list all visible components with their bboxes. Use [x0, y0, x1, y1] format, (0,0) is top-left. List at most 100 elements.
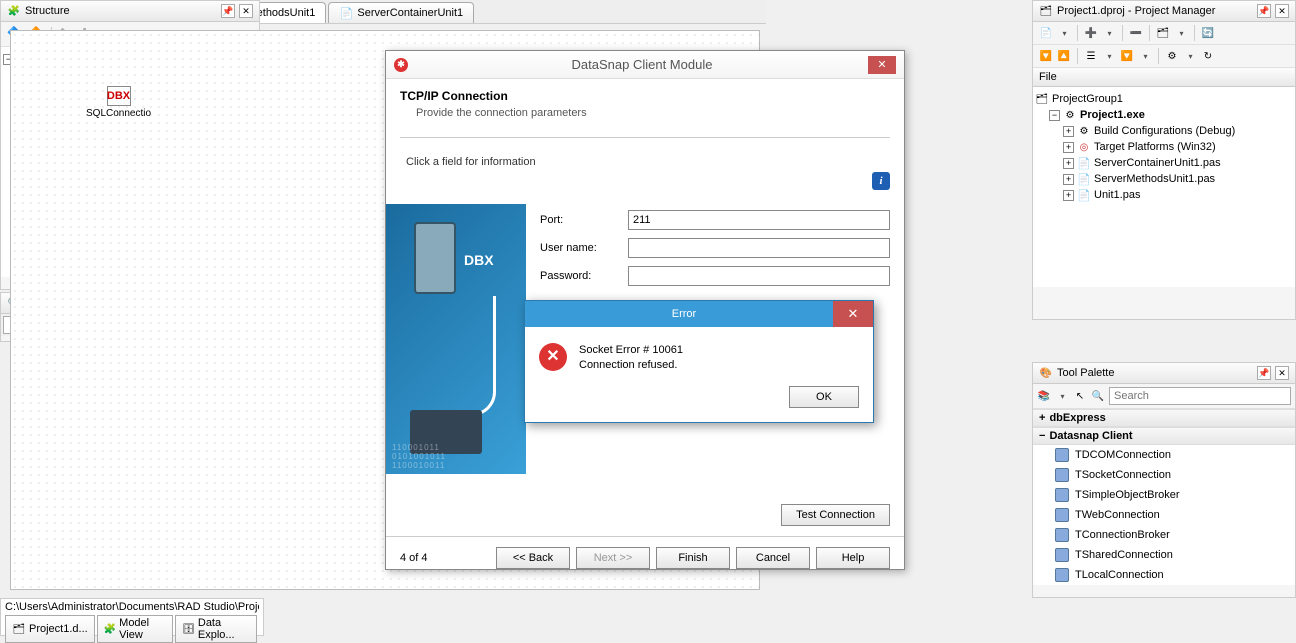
add-icon[interactable]: ➕ [1084, 26, 1098, 40]
pin-button[interactable]: 📌 [1257, 366, 1271, 380]
exe-icon: ⚙ [1063, 108, 1077, 122]
remove-icon[interactable]: ➖ [1129, 26, 1143, 40]
item-tsharedconnection[interactable]: TSharedConnection [1033, 545, 1295, 565]
tree-node-group[interactable]: 🗂 ProjectGroup1 [1035, 91, 1293, 107]
path-panel: C:\Users\Administrator\Documents\RAD Stu… [0, 598, 264, 636]
model-icon: 🧩 [104, 622, 116, 636]
item-tsimpleobjectbroker[interactable]: TSimpleObjectBroker [1033, 485, 1295, 505]
collapse-icon[interactable]: 🔼 [1057, 49, 1071, 63]
item-tconnectionbroker[interactable]: TConnectionBroker [1033, 525, 1295, 545]
target-icon [1077, 140, 1091, 154]
search-input[interactable] [1109, 387, 1291, 405]
component-icon [1055, 548, 1069, 562]
dropdown-icon[interactable] [1102, 49, 1116, 63]
component-icon [1055, 488, 1069, 502]
dropdown-icon[interactable] [1057, 26, 1071, 40]
collapse-icon[interactable]: − [1049, 110, 1060, 121]
unit-icon [1077, 172, 1091, 186]
dropdown-icon[interactable] [1174, 26, 1188, 40]
item-label: TWebConnection [1075, 509, 1160, 521]
tab-project[interactable]: 🗂Project1.d... [5, 615, 95, 643]
wizard-titlebar[interactable]: ✱ DataSnap Client Module ✕ [386, 51, 904, 79]
node-label: ServerContainerUnit1.pas [1094, 157, 1221, 169]
separator [1122, 25, 1123, 41]
expand-icon[interactable]: 🔽 [1039, 49, 1053, 63]
username-input[interactable] [628, 238, 890, 258]
tree-node-build[interactable]: + Build Configurations (Debug) [1035, 123, 1293, 139]
tab-model-view[interactable]: 🧩Model View [97, 615, 173, 643]
dropdown-icon[interactable] [1183, 49, 1197, 63]
category-dbexpress[interactable]: + dbExpress [1033, 409, 1295, 427]
palette-title-bar: 🎨 Tool Palette 📌 ✕ [1033, 363, 1295, 384]
tree-node-exe[interactable]: − ⚙ Project1.exe [1035, 107, 1293, 123]
category-label: Datasnap Client [1049, 430, 1132, 442]
cancel-button[interactable]: Cancel [736, 547, 810, 569]
list-icon[interactable]: ☰ [1084, 49, 1098, 63]
category-icon[interactable]: 📚 [1037, 389, 1051, 403]
username-row: User name: [540, 238, 890, 258]
finish-button[interactable]: Finish [656, 547, 730, 569]
dropdown-icon[interactable] [1138, 49, 1152, 63]
tree-node-smu[interactable]: + ServerMethodsUnit1.pas [1035, 171, 1293, 187]
view-icon[interactable]: 🗂 [1156, 26, 1170, 40]
item-twebconnection[interactable]: TWebConnection [1033, 505, 1295, 525]
expand-icon[interactable]: + [1063, 142, 1074, 153]
close-button[interactable]: ✕ [833, 301, 873, 327]
port-label: Port: [540, 214, 620, 226]
collapse-icon[interactable]: − [1039, 430, 1045, 442]
error-titlebar[interactable]: Error ✕ [525, 301, 873, 327]
project-tree: 🗂 ProjectGroup1 − ⚙ Project1.exe + Build… [1033, 87, 1295, 287]
tree-node-unit1[interactable]: + Unit1.pas [1035, 187, 1293, 203]
unit-icon [339, 6, 353, 20]
wizard-subheading: Provide the connection parameters [400, 107, 890, 119]
category-datasnap-client[interactable]: − Datasnap Client [1033, 427, 1295, 445]
expand-icon[interactable]: + [1063, 190, 1074, 201]
close-button[interactable]: ✕ [1275, 366, 1289, 380]
project-path: C:\Users\Administrator\Documents\RAD Stu… [5, 601, 259, 613]
tab-data-explorer[interactable]: 🗄Data Explo... [175, 615, 257, 643]
sqlconnection-component[interactable]: DBX SQLConnectio [86, 86, 151, 119]
error-dialog: Error ✕ ✕ Socket Error # 10061 Connectio… [524, 300, 874, 423]
column-header-file[interactable]: File [1033, 68, 1295, 87]
item-tdcomconnection[interactable]: TDCOMConnection [1033, 445, 1295, 465]
project-icon: 🗂 [12, 622, 26, 636]
item-tsocketconnection[interactable]: TSocketConnection [1033, 465, 1295, 485]
back-button[interactable]: << Back [496, 547, 570, 569]
expand-icon[interactable]: + [1063, 174, 1074, 185]
dropdown-icon[interactable] [1102, 26, 1116, 40]
config-icon[interactable]: ⚙ [1165, 49, 1179, 63]
data-icon: 🗄 [182, 622, 195, 636]
info-icon[interactable]: i [872, 172, 890, 190]
component-icon [1055, 568, 1069, 582]
close-button[interactable]: ✕ [1275, 4, 1289, 18]
pin-button[interactable]: 📌 [221, 4, 235, 18]
new-icon[interactable]: 📄 [1039, 26, 1053, 40]
dropdown-icon[interactable] [1055, 389, 1069, 403]
filter-icon[interactable]: 🔽 [1120, 49, 1134, 63]
ok-button[interactable]: OK [789, 386, 859, 408]
pointer-icon[interactable]: ↖ [1073, 389, 1087, 403]
tab-label: Project1.d... [29, 623, 88, 635]
close-button[interactable]: ✕ [868, 56, 896, 74]
port-input[interactable] [628, 210, 890, 230]
test-connection-button[interactable]: Test Connection [781, 504, 890, 526]
error-message: Socket Error # 10061 Connection refused. [579, 343, 683, 374]
tab-servercontainer[interactable]: ServerContainerUnit1 [328, 2, 474, 23]
error-body: ✕ Socket Error # 10061 Connection refuse… [525, 327, 873, 380]
help-button[interactable]: Help [816, 547, 890, 569]
item-tlocalconnection[interactable]: TLocalConnection [1033, 565, 1295, 585]
error-icon: ✕ [539, 343, 567, 371]
node-label: ProjectGroup1 [1052, 93, 1123, 105]
tree-node-target[interactable]: + Target Platforms (Win32) [1035, 139, 1293, 155]
component-label: SQLConnectio [86, 108, 151, 119]
tree-node-scu[interactable]: + ServerContainerUnit1.pas [1035, 155, 1293, 171]
expand-icon[interactable]: + [1063, 126, 1074, 137]
pin-button[interactable]: 📌 [1257, 4, 1271, 18]
expand-icon[interactable]: + [1063, 158, 1074, 169]
refresh-icon[interactable]: ↻ [1201, 49, 1215, 63]
category-label: dbExpress [1049, 412, 1105, 424]
password-input[interactable] [628, 266, 890, 286]
expand-icon[interactable]: + [1039, 412, 1045, 424]
close-button[interactable]: ✕ [239, 4, 253, 18]
sync-icon[interactable]: 🔄 [1201, 26, 1215, 40]
